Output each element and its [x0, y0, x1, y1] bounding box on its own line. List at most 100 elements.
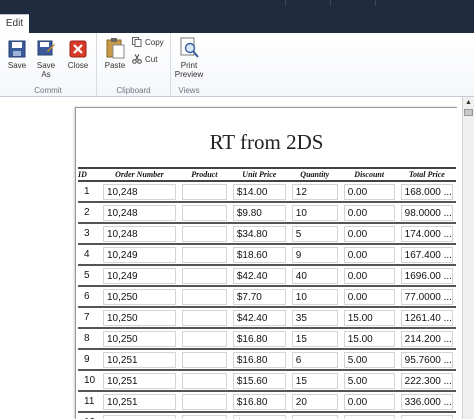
cell-value: 10,250	[102, 330, 176, 347]
cell-product	[178, 328, 230, 350]
cell-value: $42.40	[232, 309, 286, 326]
cell-quantity: 40	[288, 412, 341, 419]
cell-value: 0.00	[343, 225, 395, 242]
column-header-quantity: Quantity	[288, 167, 341, 182]
cut-button[interactable]: Cut	[132, 54, 157, 64]
cell-quantity: 9	[288, 244, 341, 266]
cell-value	[181, 288, 227, 305]
paste-button[interactable]: Paste	[102, 37, 128, 70]
cell-product	[178, 202, 230, 224]
cell-product	[178, 370, 230, 392]
print-preview-label-1: Print	[180, 61, 198, 70]
cell-value: 4	[84, 248, 90, 260]
report-title: RT from 2DS	[209, 130, 324, 154]
cell-value: $64.80	[232, 414, 286, 419]
copy-label: Copy	[145, 37, 164, 47]
save-as-icon	[37, 40, 55, 56]
cell-order-number: 10,251	[99, 349, 179, 371]
table-row: 9 10,251 $16.80 6 5.00 95.7600 ...	[78, 349, 456, 371]
cell-product	[178, 307, 230, 329]
cell-value	[181, 225, 227, 242]
cell-quantity: 40	[288, 265, 341, 287]
cell-product	[178, 265, 230, 287]
close-button[interactable]: Close	[65, 39, 91, 70]
column-header-order-number: Order Number	[99, 167, 179, 182]
cell-total-price: 98.0000 ...	[397, 202, 456, 224]
cell-value: 10,252	[102, 414, 176, 419]
scrollbar-thumb[interactable]	[464, 109, 473, 116]
cell-value: 168.000 ...	[400, 183, 453, 200]
cell-total-price: 167.400 ...	[397, 244, 456, 266]
save-label: Save	[7, 61, 27, 70]
cell-value: 214.200 ...	[400, 330, 453, 347]
print-preview-button[interactable]: Print Preview	[173, 37, 205, 79]
cell-value: 167.400 ...	[400, 246, 453, 263]
table-row: 3 10,248 $34.80 5 0.00 174.000 ...	[78, 223, 456, 245]
cell-value: 15	[291, 372, 338, 389]
save-as-button[interactable]: Save As	[33, 39, 59, 79]
floppy-disk-icon	[8, 40, 26, 58]
cell-order-number: 10,248	[99, 223, 179, 245]
close-label: Close	[67, 61, 89, 70]
cell-value: 95.7600 ...	[400, 351, 453, 368]
table-row: 4 10,249 $18.60 9 0.00 167.400 ...	[78, 244, 456, 266]
cell-order-number: 10,250	[99, 286, 179, 308]
cell-value: 98.0000 ...	[400, 204, 453, 221]
cell-value: 5.00	[343, 372, 395, 389]
cell-discount: 5.00	[340, 412, 398, 419]
table-row: 7 10,250 $42.40 35 15.00 1261.40 ...	[78, 307, 456, 329]
views-group: Print Preview Views	[171, 33, 207, 96]
cell-value: 1696.00 ...	[400, 267, 453, 284]
cell-value: 15.00	[343, 330, 395, 347]
cell-id: 11	[78, 391, 100, 413]
cell-value: 9	[84, 353, 90, 365]
cell-value: $9.80	[232, 204, 286, 221]
clipboard-group: Paste Copy Cut Clipboard	[97, 33, 171, 96]
cell-value: $15.60	[232, 372, 286, 389]
close-icon	[69, 40, 87, 58]
scroll-up-arrow-icon[interactable]: ▲	[463, 97, 474, 108]
table-body: 1 10,248 $14.00 12 0.00 168.000 ... 2 10,248 $9.…	[78, 181, 456, 419]
vertical-scrollbar[interactable]: ▲	[462, 97, 474, 419]
cell-value: $14.00	[232, 183, 286, 200]
print-preview-icon	[180, 37, 199, 58]
cell-id: 12	[78, 412, 100, 419]
save-button[interactable]: Save	[5, 39, 29, 70]
cell-value: 10,250	[102, 288, 176, 305]
cell-value: 12	[81, 415, 97, 419]
title-bar: Edit	[0, 0, 474, 33]
cell-value: 35	[291, 309, 338, 326]
cell-value: 10,251	[102, 372, 176, 389]
cell-value: 10	[291, 288, 338, 305]
cell-value: 10	[291, 204, 338, 221]
cell-value: 5.00	[343, 414, 395, 419]
cell-value: $42.40	[232, 267, 286, 284]
cell-value	[181, 414, 227, 419]
report-page: RT from 2DS ID Order Number Product Unit Pr…	[75, 107, 457, 419]
cell-value: 0.00	[343, 288, 395, 305]
tab-edit[interactable]: Edit	[0, 14, 29, 33]
cell-order-number: 10,250	[99, 328, 179, 350]
cell-value: 11	[84, 395, 95, 407]
cell-value: $18.60	[232, 246, 286, 263]
titlebar-divider	[375, 0, 376, 6]
column-header-total-price: Total Price	[397, 167, 456, 182]
table-row: 12 10,252 $64.80 40 5.00 2462.40 ...	[78, 412, 456, 419]
cell-value	[181, 393, 227, 410]
cell-value: 5	[291, 225, 338, 242]
copy-button[interactable]: Copy	[132, 37, 164, 47]
titlebar-divider	[330, 0, 331, 6]
cell-discount: 0.00	[340, 286, 398, 308]
scissors-icon	[132, 54, 142, 64]
commit-group-label: Commit	[34, 86, 62, 95]
cell-total-price: 174.000 ...	[397, 223, 456, 245]
cell-id: 7	[78, 307, 100, 329]
cell-quantity: 10	[288, 202, 341, 224]
cell-order-number: 10,249	[99, 244, 179, 266]
cell-quantity: 10	[288, 286, 341, 308]
copy-icon	[132, 37, 142, 47]
cell-total-price: 1261.40 ...	[397, 307, 456, 329]
cell-value: 10,248	[102, 204, 176, 221]
cell-discount: 5.00	[340, 370, 398, 392]
cell-value: 9	[291, 246, 338, 263]
